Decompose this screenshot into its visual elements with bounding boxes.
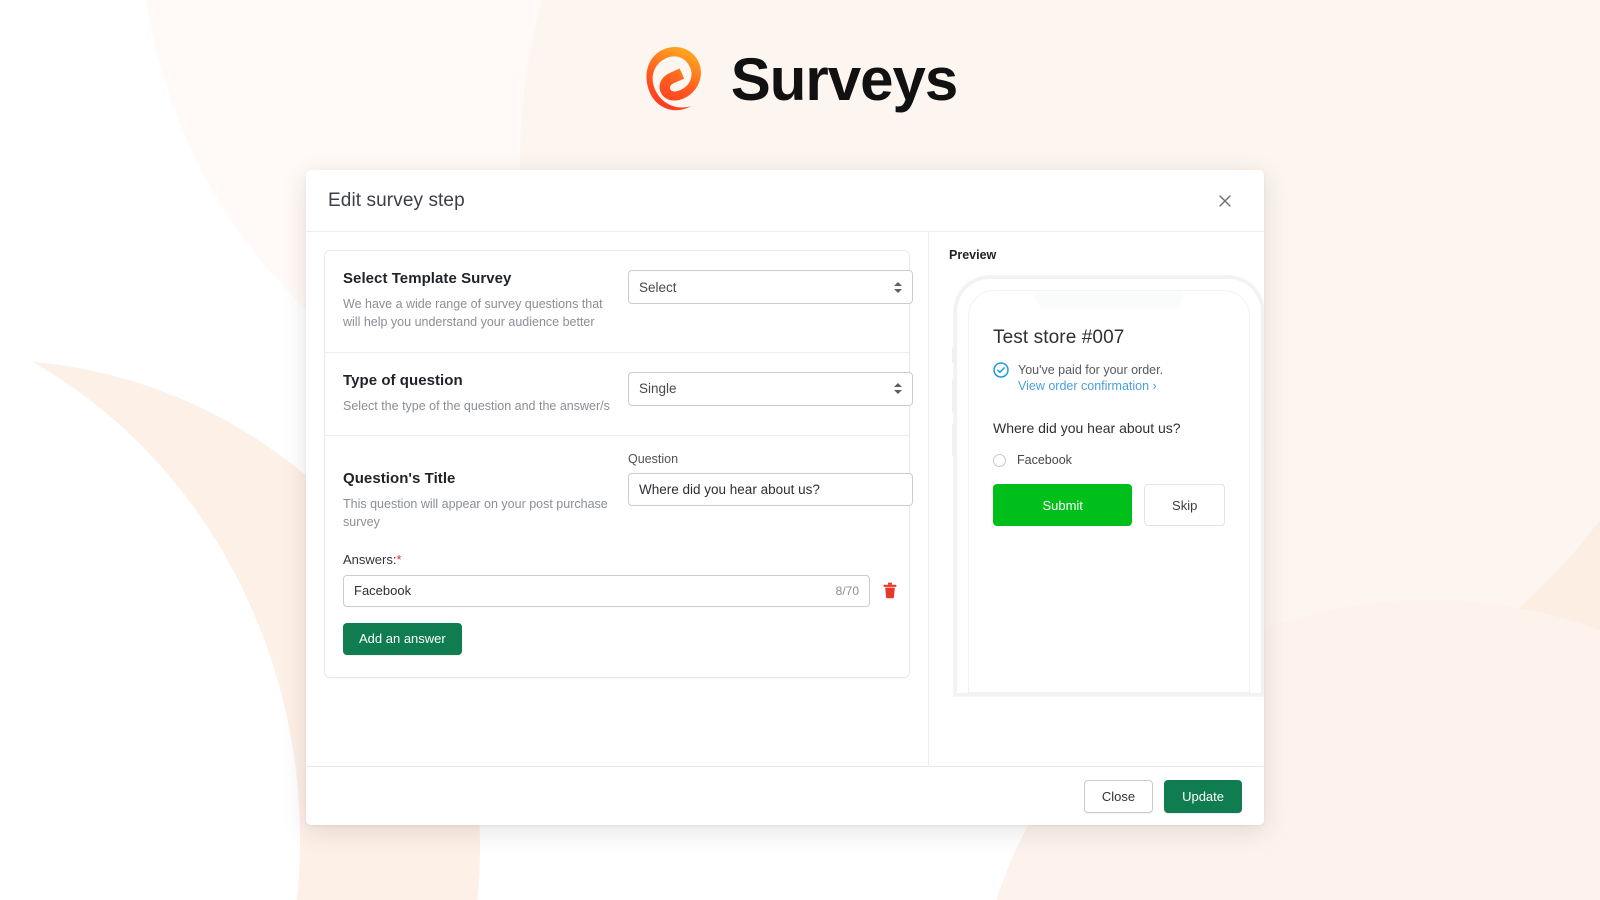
page-title: Edit survey step <box>328 189 465 211</box>
template-survey-select-value: Select <box>639 279 677 295</box>
template-survey-label: Select Template Survey <box>343 270 512 287</box>
template-survey-select[interactable]: Select <box>628 270 913 304</box>
preview-paid-text: You've paid for your order. <box>1018 363 1164 377</box>
required-asterisk: * <box>396 551 402 567</box>
question-type-help: Select the type of the question and the … <box>343 398 610 413</box>
phone-volume-up-button <box>952 379 956 413</box>
update-button[interactable]: Update <box>1164 779 1242 813</box>
preview-store-title: Test store #007 <box>993 327 1125 348</box>
phone-power-button <box>1262 389 1264 445</box>
answer-input-value: Facebook <box>354 583 412 599</box>
form-row-question-title: Question's Title This question will appe… <box>325 436 913 677</box>
add-answer-button[interactable]: Add an answer <box>343 622 462 655</box>
answer-input[interactable]: Facebook 8/70 <box>343 574 870 607</box>
form-column: Select Template Survey We have a wide ra… <box>306 232 929 766</box>
preview-answer-option[interactable]: Facebook <box>993 453 1225 467</box>
preview-skip-button[interactable]: Skip <box>1144 484 1225 527</box>
brand-header: Surveys <box>0 42 1600 118</box>
view-order-confirmation-link[interactable]: View order confirmation › <box>1018 379 1163 393</box>
preview-question: Where did you hear about us? <box>993 420 1181 437</box>
form-row-template-survey: Select Template Survey We have a wide ra… <box>325 251 913 353</box>
answers-label: Answers:* <box>343 552 891 567</box>
question-type-select[interactable]: Single <box>628 371 913 406</box>
chevron-updown-icon <box>893 382 902 396</box>
question-input-label: Question <box>628 452 679 467</box>
question-title-label: Question's Title <box>343 470 456 488</box>
phone-screen: Test store #007 You've paid for your ord… <box>968 290 1250 693</box>
preview-actions: Submit Skip <box>993 484 1225 527</box>
preview-label: Preview <box>949 248 997 262</box>
form-card: Select Template Survey We have a wide ra… <box>324 250 913 678</box>
background-blob-left-arc-cut <box>0 300 300 900</box>
question-title-help: This question will appear on your post p… <box>343 497 608 529</box>
form-row-question-type: Type of question Select the type of the … <box>325 353 913 437</box>
answers-label-text: Answers: <box>343 551 397 567</box>
phone-frame: Test store #007 You've paid for your ord… <box>952 276 1264 696</box>
modal-body: Select Template Survey We have a wide ra… <box>306 232 1264 766</box>
preview-answer-label: Facebook <box>1017 453 1072 468</box>
modal-footer: Close Update <box>306 766 1264 825</box>
preview-paid-status: You've paid for your order. View order c… <box>993 361 1225 393</box>
question-input[interactable]: Where did you hear about us? <box>628 473 913 507</box>
check-circle-icon <box>993 362 1009 383</box>
question-type-label: Type of question <box>343 371 463 389</box>
close-icon[interactable] <box>1210 186 1240 216</box>
page-root: Surveys Edit survey step Select Template… <box>0 0 1600 900</box>
trash-icon[interactable] <box>882 580 898 602</box>
phone-volume-down-button <box>952 423 956 457</box>
radio-unchecked-icon[interactable] <box>993 453 1006 467</box>
question-type-select-value: Single <box>639 381 677 396</box>
edit-survey-step-modal: Edit survey step Select Template Survey … <box>306 170 1264 825</box>
question-input-value: Where did you hear about us? <box>639 482 820 498</box>
phone-mute-button <box>952 347 956 363</box>
template-survey-help: We have a wide range of survey questions… <box>343 297 603 329</box>
answer-char-counter: 8/70 <box>835 583 859 598</box>
modal-header: Edit survey step <box>306 170 1264 232</box>
brand-title: Surveys <box>730 46 958 113</box>
answer-row: Facebook 8/70 <box>343 574 897 607</box>
swirl-logo-icon <box>643 42 709 118</box>
close-button[interactable]: Close <box>1083 779 1154 813</box>
preview-column: Preview Test store #007 You've paid for … <box>929 232 1264 766</box>
chevron-updown-icon <box>893 280 902 294</box>
preview-submit-button[interactable]: Submit <box>993 484 1133 527</box>
phone-notch <box>1035 291 1183 308</box>
